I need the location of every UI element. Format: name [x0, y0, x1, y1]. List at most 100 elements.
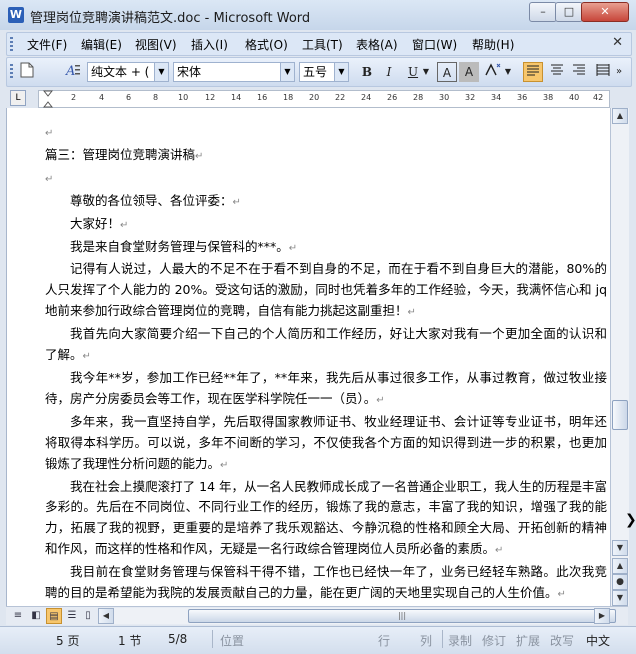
menu-window[interactable]: 窗口(W) — [412, 36, 457, 53]
status-language[interactable]: 中文 — [586, 632, 610, 649]
menu-table[interactable]: 表格(A) — [356, 36, 398, 53]
status-track-changes[interactable]: 修订 — [482, 632, 506, 649]
ruler-tick: 16 — [257, 93, 268, 102]
status-record-macro[interactable]: 录制 — [448, 632, 472, 649]
ruler-tick: 28 — [413, 93, 424, 102]
font-combo[interactable]: 宋体 ▼ — [173, 62, 295, 82]
section-heading[interactable]: 篇三：管理岗位竞聘演讲稿↵ — [45, 145, 607, 168]
chevron-down-icon[interactable]: ▼ — [503, 62, 513, 82]
vertical-scrollbar[interactable]: ▲ ▼ ▲ ● ▼ — [610, 108, 629, 606]
view-bar: ≡ ◧ ▤ ☰ ▯ ◀ ||| ▶ — [6, 606, 628, 625]
scroll-down-icon[interactable]: ▼ — [612, 540, 628, 556]
horizontal-scroll-thumb[interactable]: ||| — [188, 609, 616, 623]
character-border-button[interactable]: A — [437, 62, 457, 82]
menu-tools[interactable]: 工具(T) — [302, 36, 343, 53]
paragraph[interactable]: 记得有人说过，人最大的不足不在于看不到自身的不足，而在于看不到自身巨大的潜能，8… — [45, 259, 607, 324]
align-center-button[interactable] — [547, 62, 567, 82]
word-app-icon[interactable]: W — [8, 7, 24, 23]
font-value: 宋体 — [177, 65, 202, 79]
align-right-button[interactable] — [569, 62, 589, 82]
status-bar: 5 页 1 节 5/8 位置 行 列 录制 修订 扩展 改写 中文 — [0, 626, 636, 654]
paragraph[interactable]: 尊敬的各位领导、各位评委：↵ — [45, 191, 607, 214]
paragraph[interactable]: ↵ — [45, 168, 607, 191]
toolbar-options-icon[interactable]: » — [613, 62, 625, 82]
horizontal-ruler[interactable]: 2 4 6 8 10 12 14 16 18 20 22 24 26 28 30… — [38, 90, 610, 108]
normal-view-icon[interactable]: ≡ — [10, 608, 26, 624]
new-document-icon[interactable] — [17, 62, 37, 82]
ruler-tick: 30 — [439, 93, 450, 102]
status-page: 5 页 — [56, 634, 80, 648]
tab-stop-selector[interactable]: L — [10, 90, 26, 106]
styles-pane-icon[interactable]: A — [63, 62, 83, 82]
menu-help[interactable]: 帮助(H) — [472, 36, 514, 53]
character-shading-button[interactable]: A — [459, 62, 479, 82]
paragraph[interactable]: 我在社会上摸爬滚打了 14 年，从一名人民教师成长成了一名普通企业职工，我人生的… — [45, 477, 607, 563]
document-page[interactable]: ↵ 篇三：管理岗位竞聘演讲稿↵ ↵ 尊敬的各位领导、各位评委：↵ 大家好！↵ 我… — [7, 108, 611, 606]
paragraph[interactable]: 我是来自食堂财务管理与保管科的***。↵ — [45, 237, 607, 260]
status-extend[interactable]: 扩展 — [516, 632, 540, 649]
menu-view[interactable]: 视图(V) — [135, 36, 177, 53]
previous-page-icon[interactable]: ▲ — [612, 558, 628, 574]
menu-insert[interactable]: 插入(I) — [191, 36, 228, 53]
menu-grip-icon[interactable] — [10, 37, 13, 51]
chevron-down-icon[interactable]: ▼ — [154, 63, 168, 81]
paragraph[interactable]: ↵ — [45, 122, 607, 145]
status-page-count: 5/8 — [168, 632, 188, 646]
bold-button[interactable]: B — [357, 62, 377, 82]
paragraph[interactable]: 我目前在食堂财务管理与保管科干得不错，工作也已经快一年了，业务已经轻车熟路。此次… — [45, 562, 607, 606]
toolbar-grip-icon[interactable] — [10, 64, 13, 78]
italic-button[interactable]: I — [379, 62, 399, 82]
scroll-up-icon[interactable]: ▲ — [612, 108, 628, 124]
paragraph[interactable]: 大家好！↵ — [45, 214, 607, 237]
font-size-combo[interactable]: 五号 ▼ — [299, 62, 349, 82]
minimize-button[interactable]: – — [529, 2, 557, 22]
browse-object-icon[interactable]: ● — [612, 574, 628, 590]
style-combo[interactable]: 纯文本 + ( ▼ — [87, 62, 169, 82]
reading-layout-icon[interactable]: ▯ — [80, 608, 96, 624]
character-scaling-icon[interactable] — [483, 62, 503, 82]
ruler-tick: 36 — [517, 93, 528, 102]
close-button[interactable]: ✕ — [581, 2, 629, 22]
paragraph[interactable]: 多年来，我一直坚持自学，先后取得国家教师证书、牧业经理证书、会计证等专业证书，明… — [45, 412, 607, 477]
menu-format[interactable]: 格式(O) — [245, 36, 288, 53]
distributed-align-button[interactable] — [593, 62, 613, 82]
ruler-tick: 38 — [543, 93, 554, 102]
ruler-tick: 22 — [335, 93, 346, 102]
status-overtype[interactable]: 改写 — [550, 632, 574, 649]
maximize-button[interactable]: □ — [555, 2, 583, 22]
align-justify-button[interactable] — [523, 62, 543, 82]
menu-file[interactable]: 文件(F) — [27, 36, 67, 53]
ruler-tick: 8 — [153, 93, 159, 102]
document-area[interactable]: ↵ 篇三：管理岗位竞聘演讲稿↵ ↵ 尊敬的各位领导、各位评委：↵ 大家好！↵ 我… — [6, 108, 611, 606]
chevron-down-icon[interactable]: ▼ — [334, 63, 348, 81]
ruler-tick: 20 — [309, 93, 320, 102]
print-layout-icon[interactable]: ▤ — [46, 608, 62, 624]
title-bar[interactable]: W 管理岗位竞聘演讲稿范文.doc - Microsoft Word – □ ✕ — [0, 0, 636, 30]
chevron-down-icon[interactable]: ▼ — [280, 63, 294, 81]
ruler-tick: 26 — [387, 93, 398, 102]
underline-button[interactable]: U — [403, 62, 423, 82]
scroll-left-icon[interactable]: ◀ — [98, 608, 114, 624]
ruler-tick: 14 — [231, 93, 242, 102]
document-body[interactable]: ↵ 篇三：管理岗位竞聘演讲稿↵ ↵ 尊敬的各位领导、各位评委：↵ 大家好！↵ 我… — [45, 122, 607, 606]
ruler-tick: 12 — [205, 93, 216, 102]
close-document-icon[interactable]: ✕ — [612, 35, 623, 50]
indent-marker-icon[interactable] — [43, 90, 53, 108]
ruler-tick: 4 — [99, 93, 105, 102]
status-line: 行 — [378, 634, 391, 648]
web-layout-icon[interactable]: ◧ — [28, 608, 44, 624]
menu-edit[interactable]: 编辑(E) — [81, 36, 122, 53]
status-divider — [212, 630, 213, 648]
paragraph[interactable]: 我首先向大家简要介绍一下自己的个人简历和工作经历，好让大家对我有一个更加全面的认… — [45, 324, 607, 368]
next-page-icon[interactable]: ▼ — [612, 590, 628, 606]
outline-view-icon[interactable]: ☰ — [64, 608, 80, 624]
scroll-right-icon[interactable]: ▶ — [594, 608, 610, 624]
status-section: 1 节 — [118, 634, 142, 648]
svg-text:A: A — [65, 64, 75, 78]
ruler-tick: 10 — [178, 93, 189, 102]
chevron-down-icon[interactable]: ▼ — [421, 62, 431, 82]
horizontal-scrollbar[interactable]: ◀ ||| ▶ — [98, 608, 616, 624]
scroll-thumb[interactable] — [612, 400, 628, 430]
paragraph[interactable]: 我今年**岁，参加工作已经**年了，**年来，我先后从事过很多工作，从事过教育，… — [45, 368, 607, 412]
ruler-tick: 24 — [361, 93, 372, 102]
